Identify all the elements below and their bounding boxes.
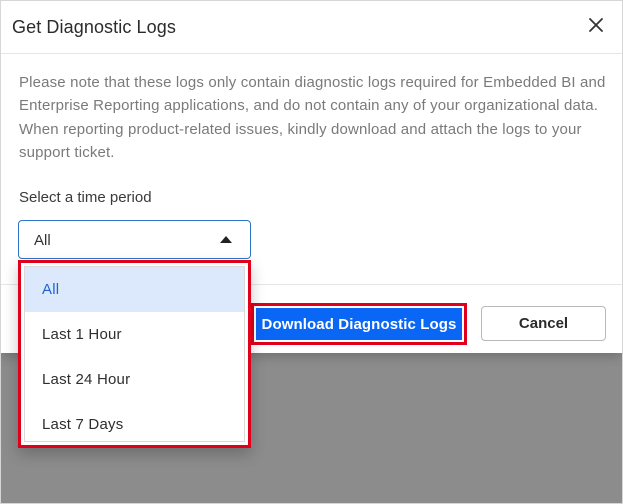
close-icon (589, 18, 603, 32)
option-last-24-hour[interactable]: Last 24 Hour (25, 357, 244, 402)
dialog-title: Get Diagnostic Logs (12, 17, 176, 37)
download-diagnostic-logs-button[interactable]: Download Diagnostic Logs (251, 303, 467, 345)
option-last-1-hour[interactable]: Last 1 Hour (25, 312, 244, 357)
dropdown-list: All Last 1 Hour Last 24 Hour Last 7 Days (24, 266, 245, 442)
page: Get Diagnostic Logs Please note that the… (0, 0, 623, 504)
caret-up-icon (220, 236, 232, 243)
option-all[interactable]: All (25, 267, 244, 312)
close-button[interactable] (584, 13, 608, 37)
notice-text: Please note that these logs only contain… (19, 74, 606, 161)
time-period-select[interactable]: All (18, 220, 251, 259)
dialog-header: Get Diagnostic Logs (1, 1, 622, 54)
time-period-label: Select a time period (19, 189, 152, 206)
cancel-button[interactable]: Cancel (481, 306, 606, 341)
download-button-label: Download Diagnostic Logs (256, 308, 462, 340)
option-last-7-days[interactable]: Last 7 Days (25, 402, 244, 447)
select-value: All (34, 232, 51, 249)
time-period-dropdown: All Last 1 Hour Last 24 Hour Last 7 Days (18, 260, 251, 448)
